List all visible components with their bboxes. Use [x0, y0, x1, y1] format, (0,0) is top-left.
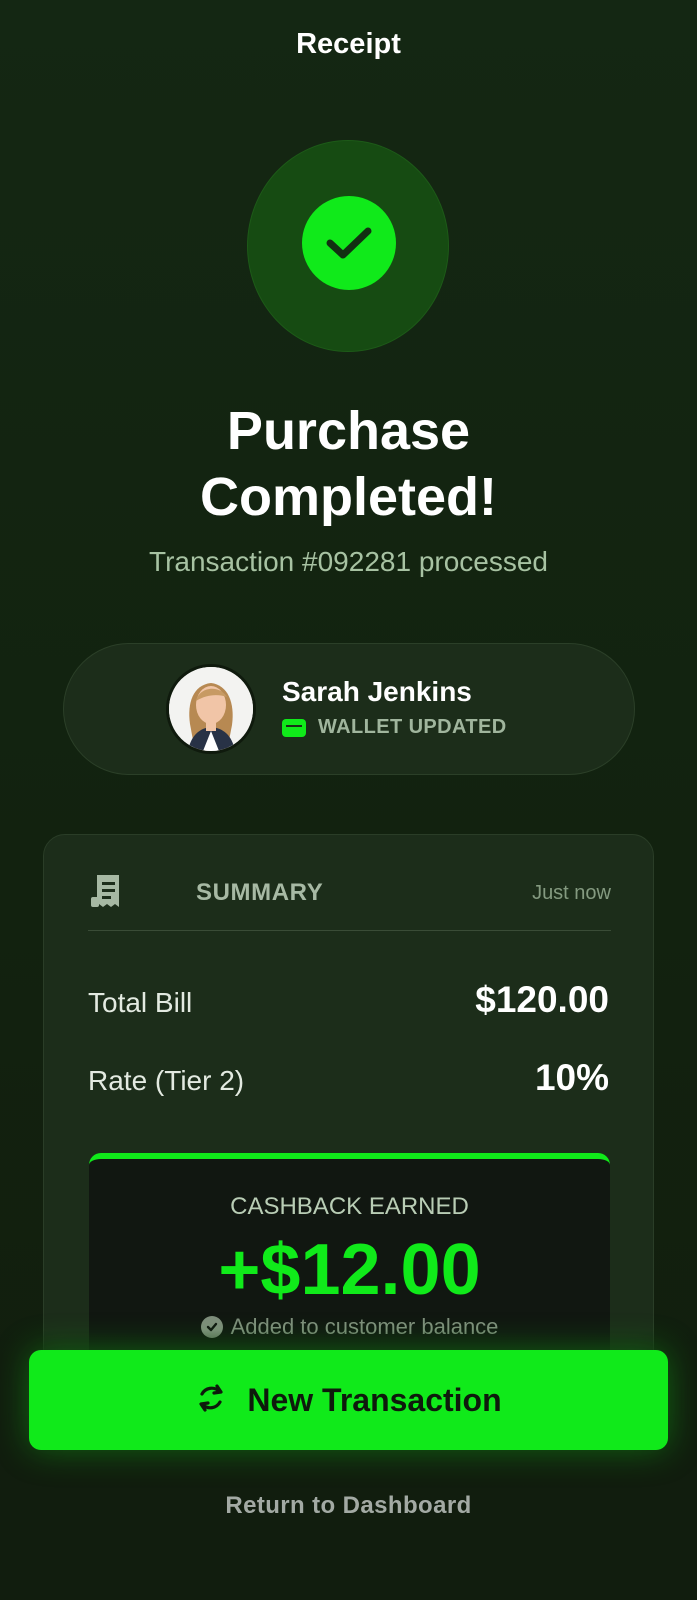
summary-title: SUMMARY	[196, 879, 324, 906]
check-icon	[302, 196, 396, 290]
summary-card: SUMMARY Just now Total Bill $120.00 Rate…	[43, 834, 654, 1374]
receipt-screen: Receipt Purchase Completed! Transaction …	[0, 0, 697, 1600]
summary-header: SUMMARY Just now	[88, 871, 611, 931]
rate-label: Rate (Tier 2)	[88, 1065, 245, 1096]
total-bill-label: Total Bill	[88, 987, 193, 1018]
wallet-status: WALLET UPDATED	[282, 716, 507, 739]
total-bill-value: $120.00	[475, 979, 609, 1020]
rate-value: 10%	[534, 1057, 609, 1098]
avatar	[166, 664, 256, 754]
cashback-label: CASHBACK EARNED	[230, 1193, 469, 1220]
cashback-value: +$12.00	[218, 1230, 481, 1310]
purchase-title-line-2: Completed!	[200, 467, 497, 527]
new-transaction-label: New Transaction	[247, 1381, 502, 1418]
wallet-status-label: WALLET UPDATED	[318, 716, 507, 738]
wallet-icon	[282, 718, 306, 737]
new-transaction-button[interactable]: New Transaction	[29, 1350, 668, 1450]
refresh-icon	[195, 1382, 227, 1419]
summary-time: Just now	[532, 882, 611, 904]
page-title: Receipt	[296, 28, 401, 60]
customer-name: Sarah Jenkins	[282, 676, 472, 707]
return-to-dashboard-link[interactable]: Return to Dashboard	[0, 1492, 697, 1520]
purchase-title: Purchase Completed!	[0, 398, 697, 530]
success-badge	[247, 140, 449, 352]
purchase-title-line-1: Purchase	[226, 401, 471, 461]
receipt-icon	[88, 871, 128, 911]
transaction-subtitle: Transaction #092281 processed	[149, 546, 548, 577]
customer-card: Sarah Jenkins WALLET UPDATED	[63, 643, 635, 775]
